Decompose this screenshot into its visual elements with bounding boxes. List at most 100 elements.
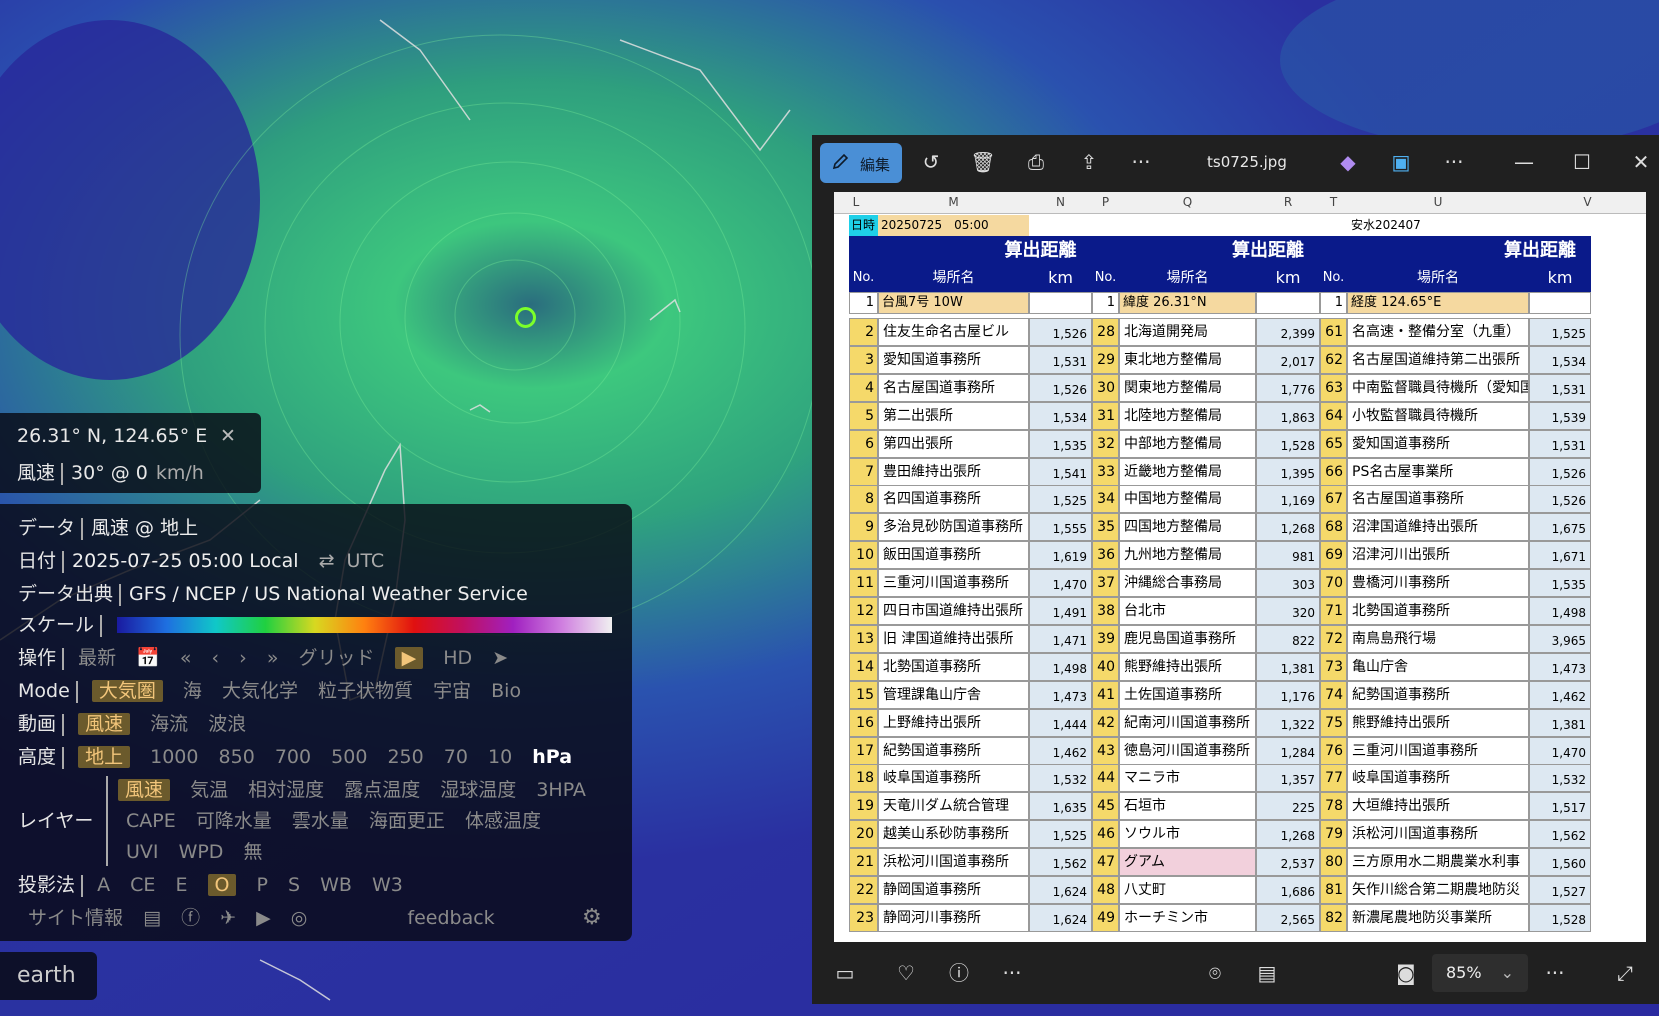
layer-mslp[interactable]: 海面更正: [369, 810, 445, 832]
delete-icon[interactable]: 🗑: [970, 149, 996, 175]
footer-more-icon[interactable]: ···: [999, 960, 1025, 986]
table-row-no: 70: [1320, 569, 1347, 598]
anim-currents[interactable]: 海流: [150, 713, 188, 735]
height-1000[interactable]: 1000: [150, 746, 198, 768]
table-row-km: 1,462: [1029, 736, 1092, 765]
copilot-icon[interactable]: ◆: [1335, 149, 1361, 175]
zoom-dropdown[interactable]: 85% ⌄: [1432, 954, 1528, 992]
youtube-icon[interactable]: ▶: [256, 904, 271, 932]
filmstrip-icon[interactable]: ▭: [832, 960, 858, 986]
mode-bio[interactable]: Bio: [491, 680, 521, 702]
proj-p[interactable]: P: [257, 874, 268, 896]
instagram-icon[interactable]: ◎: [291, 904, 308, 932]
info-icon[interactable]: ⓘ: [946, 960, 972, 986]
layer-dewpoint[interactable]: 露点温度: [344, 779, 420, 801]
proj-s[interactable]: S: [288, 874, 300, 896]
minimize-icon[interactable]: —: [1511, 149, 1537, 175]
height-10[interactable]: 10: [488, 746, 512, 768]
row1-no: 1: [849, 292, 878, 314]
swap-icon[interactable]: ⇄: [319, 550, 335, 572]
proj-w3[interactable]: W3: [372, 874, 403, 896]
layer-wind[interactable]: 風速: [118, 779, 171, 801]
close-window-icon[interactable]: ✕: [1628, 149, 1654, 175]
height-label: 高度: [18, 746, 57, 768]
rotate-icon[interactable]: ↺: [918, 149, 944, 175]
height-250[interactable]: 250: [387, 746, 423, 768]
table-row-place: 小牧監督職員待機所: [1347, 401, 1529, 430]
footer-more-icon-2[interactable]: ···: [1542, 960, 1568, 986]
height-surface[interactable]: 地上: [78, 746, 131, 768]
locate-icon[interactable]: ➤: [492, 647, 508, 669]
mode-atmosphere[interactable]: 大気圏: [91, 680, 163, 702]
date-value[interactable]: 2025-07-25 05:00 Local: [72, 550, 299, 572]
layer-3hpa[interactable]: 3HPA: [536, 779, 586, 801]
utc-toggle[interactable]: UTC: [347, 550, 385, 572]
proj-a[interactable]: A: [97, 874, 110, 896]
layer-humidity[interactable]: 相対湿度: [248, 779, 324, 801]
bluesky-icon[interactable]: ✈: [220, 904, 236, 932]
proj-e[interactable]: E: [175, 874, 187, 896]
fullscreen-icon[interactable]: ⤢: [1612, 960, 1638, 986]
settings-gear-icon[interactable]: ⚙: [582, 904, 602, 932]
proj-wb[interactable]: WB: [320, 874, 352, 896]
mode-particulates[interactable]: 粒子状物質: [318, 680, 413, 702]
share-icon[interactable]: ⇪: [1076, 149, 1102, 175]
scale-row: スケール: [18, 611, 110, 639]
play-icon[interactable]: ▶: [394, 647, 424, 669]
location-marker[interactable]: [515, 307, 536, 328]
more-icon-2[interactable]: ···: [1441, 149, 1467, 175]
rewind-fast-icon[interactable]: «: [180, 647, 192, 669]
book-icon[interactable]: ▤: [143, 904, 161, 932]
text-scan-icon[interactable]: ▤: [1254, 960, 1280, 986]
proj-o[interactable]: O: [207, 874, 237, 896]
anim-wind[interactable]: 風速: [78, 713, 131, 735]
height-500[interactable]: 500: [331, 746, 367, 768]
mode-ocean[interactable]: 海: [183, 680, 202, 702]
height-850[interactable]: 850: [219, 746, 255, 768]
edit-button[interactable]: 編集: [820, 143, 902, 183]
height-700[interactable]: 700: [275, 746, 311, 768]
maximize-icon[interactable]: ☐: [1569, 149, 1595, 175]
site-info-link[interactable]: サイト情報: [28, 907, 123, 929]
mode-chemistry[interactable]: 大気化学: [222, 680, 298, 702]
table-row-place: 紀南河川国道事務所: [1119, 708, 1256, 737]
more-icon[interactable]: ···: [1128, 149, 1154, 175]
layer-none[interactable]: 無: [243, 841, 262, 863]
layer-wpd[interactable]: WPD: [179, 841, 224, 863]
forward-fast-icon[interactable]: »: [267, 647, 279, 669]
earth-menu-button[interactable]: earth: [0, 952, 97, 1000]
anim-waves[interactable]: 波浪: [208, 713, 246, 735]
calendar-icon[interactable]: 📅: [136, 647, 160, 669]
proj-ce[interactable]: CE: [130, 874, 155, 896]
print-icon[interactable]: ⎙: [1023, 149, 1049, 175]
table-row-no: 2: [849, 318, 878, 346]
designer-icon[interactable]: ▣: [1388, 149, 1414, 175]
facebook-icon[interactable]: ⓕ: [181, 904, 200, 932]
table-row-place: 浜松河川国道事務所: [1347, 820, 1529, 849]
hd-toggle[interactable]: HD: [443, 647, 472, 669]
fit-view-icon[interactable]: ◙: [1393, 960, 1419, 986]
table-row-km: 1,357: [1256, 764, 1320, 793]
layer-wetbulb[interactable]: 湿球温度: [440, 779, 516, 801]
height-70[interactable]: 70: [444, 746, 468, 768]
layer-pw[interactable]: 可降水量: [196, 810, 272, 832]
latest-button[interactable]: 最新: [78, 647, 116, 669]
layer-uvi[interactable]: UVI: [126, 841, 159, 863]
color-scale-bar[interactable]: [117, 617, 612, 633]
table-row-place: 住友生命名古屋ビル: [878, 318, 1029, 346]
step-back-icon[interactable]: ‹: [212, 647, 220, 669]
table-row-no: 66: [1320, 457, 1347, 486]
column-header: R: [1256, 192, 1321, 214]
layer-feelslike[interactable]: 体感温度: [465, 810, 541, 832]
layer-cloudwater[interactable]: 雲水量: [292, 810, 349, 832]
layer-temp[interactable]: 気温: [190, 779, 228, 801]
visual-search-icon[interactable]: ⌾: [1202, 960, 1228, 986]
row1-km: [1529, 292, 1591, 314]
feedback-link[interactable]: feedback: [407, 907, 494, 929]
close-icon[interactable]: ✕: [220, 425, 236, 447]
grid-toggle[interactable]: グリッド: [299, 647, 375, 669]
mode-space[interactable]: 宇宙: [433, 680, 471, 702]
favorite-icon[interactable]: ♡: [893, 960, 919, 986]
layer-cape[interactable]: CAPE: [126, 810, 176, 832]
step-forward-icon[interactable]: ›: [239, 647, 247, 669]
